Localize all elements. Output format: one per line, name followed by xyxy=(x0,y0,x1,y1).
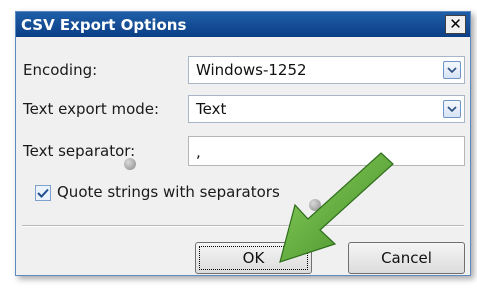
green-arrow-icon xyxy=(279,152,394,263)
